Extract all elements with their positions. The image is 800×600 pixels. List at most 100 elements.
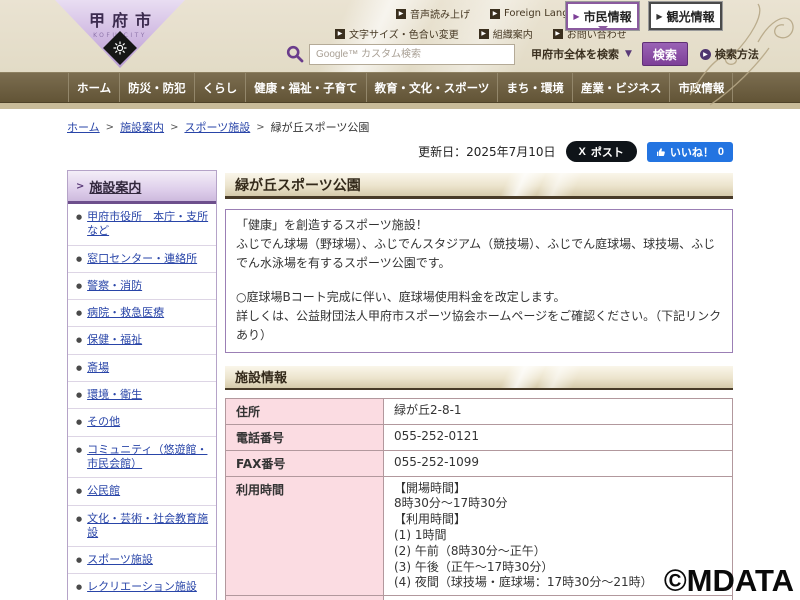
breadcrumb-sports-facility[interactable]: スポーツ施設 bbox=[184, 119, 250, 135]
intro-line: 「健康」を創造するスポーツ施設！ bbox=[236, 216, 722, 235]
nav-item-industry-business[interactable]: 産業・ビジネス bbox=[572, 73, 670, 102]
bullet-icon: ● bbox=[76, 279, 82, 293]
sidebar-link[interactable]: 保健・福祉 bbox=[87, 333, 142, 347]
nav-item-home[interactable]: ホーム bbox=[68, 73, 119, 102]
nav-item-health-welfare[interactable]: 健康・福祉・子育て bbox=[245, 73, 366, 102]
search-help-link[interactable]: ▶ 検索方法 bbox=[700, 46, 759, 62]
tab-citizen-info[interactable]: ▶ 市民情報 bbox=[566, 2, 639, 30]
nav-item-education-culture-sports[interactable]: 教育・文化・スポーツ bbox=[366, 73, 498, 102]
font-size-color-link[interactable]: ▶ 文字サイズ・色合い変更 bbox=[335, 26, 459, 41]
intro-line: ふじでん球場（野球場）、ふじでんスタジアム（競技場）、ふじでん庭球場、球技場、ふ… bbox=[236, 235, 722, 273]
bullet-icon: ● bbox=[76, 361, 82, 375]
nav-item-disaster[interactable]: 防災・防犯 bbox=[119, 73, 194, 102]
sidebar-item-police-fire[interactable]: ● 警察・消防 bbox=[68, 273, 216, 300]
sidebar-item-recreation[interactable]: ● レクリエーション施設 bbox=[68, 574, 216, 600]
sidebar-item-sports-facilities[interactable]: ● スポーツ施設 bbox=[68, 547, 216, 574]
bullet-icon: ● bbox=[76, 443, 82, 472]
table-row-hours: 利用時間 【開場時間】 8時30分～17時30分 【利用時間】 (1) 1時間 … bbox=[226, 476, 733, 596]
nav-item-living[interactable]: くらし bbox=[194, 73, 246, 102]
columns: > 施設案内 ●甲府市役所 本庁・支所など ●窓口センター・連絡所 ●警察・消防… bbox=[67, 170, 733, 600]
sidebar-item-culture-arts[interactable]: ●文化・芸術・社会教育施設 bbox=[68, 506, 216, 548]
tab-tourism-info[interactable]: ▶ 観光情報 bbox=[649, 2, 722, 30]
square-arrow-icon: ▶ bbox=[396, 9, 406, 19]
sidebar-item-environment-sanitation[interactable]: ● 環境・衛生 bbox=[68, 382, 216, 409]
site-logo[interactable]: 甲府市 KOFU CITY bbox=[55, 0, 185, 68]
utility-label: 文字サイズ・色合い変更 bbox=[349, 26, 459, 41]
search-scope-select[interactable]: 甲府市全体を検索 ▼ bbox=[531, 46, 632, 62]
updated-date: 更新日：2025年7月10日 bbox=[418, 143, 555, 160]
row-label: 定休日 bbox=[226, 596, 384, 600]
sidebar-item-city-hall[interactable]: ●甲府市役所 本庁・支所など bbox=[68, 204, 216, 246]
bullet-icon: ● bbox=[76, 553, 82, 567]
organization-guide-link[interactable]: ▶ 組織案内 bbox=[479, 26, 533, 41]
bullet-icon: ● bbox=[76, 415, 82, 429]
bullet-icon: ● bbox=[76, 333, 82, 347]
section-title-facility-info: 施設情報 bbox=[225, 366, 733, 390]
sidebar-item-hospitals[interactable]: ● 病院・救急医療 bbox=[68, 300, 216, 327]
sidebar-link[interactable]: 窓口センター・連絡所 bbox=[87, 252, 197, 266]
watermark: ©MDATA bbox=[664, 563, 794, 599]
square-arrow-icon: ▶ bbox=[490, 9, 500, 19]
sidebar-item-community[interactable]: ●コミュニティ（悠遊館・市民会館） bbox=[68, 437, 216, 479]
sidebar-link[interactable]: コミュニティ（悠遊館・市民会館） bbox=[87, 443, 212, 472]
sidebar-link[interactable]: 斎場 bbox=[87, 361, 109, 375]
utility-links-row1: ▶ 音声読み上げ ▶ Foreign Language bbox=[396, 6, 594, 21]
bullet-icon: ● bbox=[76, 484, 82, 498]
content: ホーム > 施設案内 > スポーツ施設 > 緑が丘スポーツ公園 更新日：2025… bbox=[67, 119, 733, 600]
bullet-icon: ● bbox=[76, 388, 82, 402]
sidebar-link[interactable]: 警察・消防 bbox=[87, 279, 142, 293]
sidebar-item-service-centers[interactable]: ●窓口センター・連絡所 bbox=[68, 246, 216, 273]
bullet-icon: ● bbox=[76, 580, 82, 594]
nav-item-town-environment[interactable]: まち・環境 bbox=[497, 73, 572, 102]
sidebar-link[interactable]: レクリエーション施設 bbox=[87, 580, 197, 594]
row-label: 電話番号 bbox=[226, 424, 384, 450]
breadcrumb-current: 緑が丘スポーツ公園 bbox=[271, 119, 370, 135]
chevron-right-icon: > bbox=[76, 181, 84, 192]
page-title: 緑が丘スポーツ公園 bbox=[225, 172, 733, 199]
facebook-like-button[interactable]: いいね！ 0 bbox=[647, 142, 733, 162]
play-icon: ▶ bbox=[700, 49, 711, 60]
search-button[interactable]: 検索 bbox=[642, 42, 688, 66]
breadcrumb-separator: > bbox=[256, 122, 264, 133]
row-value: 055-252-0121 bbox=[384, 424, 733, 450]
x-logo-icon: X bbox=[579, 146, 586, 158]
voice-reading-link[interactable]: ▶ 音声読み上げ bbox=[396, 6, 470, 21]
sidebar-link[interactable]: スポーツ施設 bbox=[87, 553, 153, 567]
table-row-closed-days: 定休日 毎週月曜日（国民の祝日に当たるときはその翌日） 年末年始（12月29日か… bbox=[226, 596, 733, 600]
site-search: 甲府市全体を検索 ▼ 検索 ▶ 検索方法 bbox=[286, 42, 759, 66]
intro-line bbox=[236, 274, 722, 288]
sidebar-header-facility-guide[interactable]: > 施設案内 bbox=[68, 171, 216, 204]
breadcrumb-facility-guide[interactable]: 施設案内 bbox=[120, 119, 164, 135]
table-row-address: 住所 緑が丘2-8-1 bbox=[226, 398, 733, 424]
page: 甲府市 KOFU CITY ▶ 音声読み上げ ▶ Foreign Languag… bbox=[0, 0, 800, 600]
square-arrow-icon: ▶ bbox=[553, 29, 563, 39]
facility-info-table: 住所 緑が丘2-8-1 電話番号 055-252-0121 FAX番号 055-… bbox=[225, 398, 733, 600]
sidebar-link[interactable]: 公民館 bbox=[87, 484, 120, 498]
arrow-icon: ▶ bbox=[656, 12, 662, 21]
sidebar-link[interactable]: その他 bbox=[87, 415, 120, 429]
main-column: 緑が丘スポーツ公園 「健康」を創造するスポーツ施設！ ふじでん球場（野球場）、ふ… bbox=[225, 170, 733, 600]
sidebar-link[interactable]: 文化・芸術・社会教育施設 bbox=[87, 512, 212, 541]
chevron-down-icon: ▼ bbox=[625, 49, 632, 59]
sidebar-item-others[interactable]: ● その他 bbox=[68, 409, 216, 436]
breadcrumb-separator: > bbox=[170, 122, 178, 133]
intro-box: 「健康」を創造するスポーツ施設！ ふじでん球場（野球場）、ふじでんスタジアム（競… bbox=[225, 209, 733, 353]
sidebar-link[interactable]: 病院・救急医療 bbox=[87, 306, 164, 320]
sidebar-link[interactable]: 甲府市役所 本庁・支所など bbox=[87, 210, 212, 239]
sidebar: > 施設案内 ●甲府市役所 本庁・支所など ●窓口センター・連絡所 ●警察・消防… bbox=[67, 170, 217, 600]
sidebar-link[interactable]: 環境・衛生 bbox=[87, 388, 142, 402]
table-row-phone: 電話番号 055-252-0121 bbox=[226, 424, 733, 450]
utility-label: 音声読み上げ bbox=[410, 6, 470, 21]
sidebar-item-community-center[interactable]: ● 公民館 bbox=[68, 478, 216, 505]
bullet-icon: ● bbox=[76, 306, 82, 320]
sidebar-item-funeral-hall[interactable]: ● 斎場 bbox=[68, 355, 216, 382]
tab-label: 観光情報 bbox=[667, 8, 715, 25]
row-value: 緑が丘2-8-1 bbox=[384, 398, 733, 424]
x-post-button[interactable]: X ポスト bbox=[566, 141, 637, 162]
sidebar-item-health-welfare[interactable]: ● 保健・福祉 bbox=[68, 327, 216, 354]
like-count: 0 bbox=[718, 146, 724, 158]
search-input[interactable] bbox=[309, 44, 515, 65]
site-header: 甲府市 KOFU CITY ▶ 音声読み上げ ▶ Foreign Languag… bbox=[0, 0, 800, 72]
square-arrow-icon: ▶ bbox=[479, 29, 489, 39]
breadcrumb-home[interactable]: ホーム bbox=[67, 119, 100, 135]
